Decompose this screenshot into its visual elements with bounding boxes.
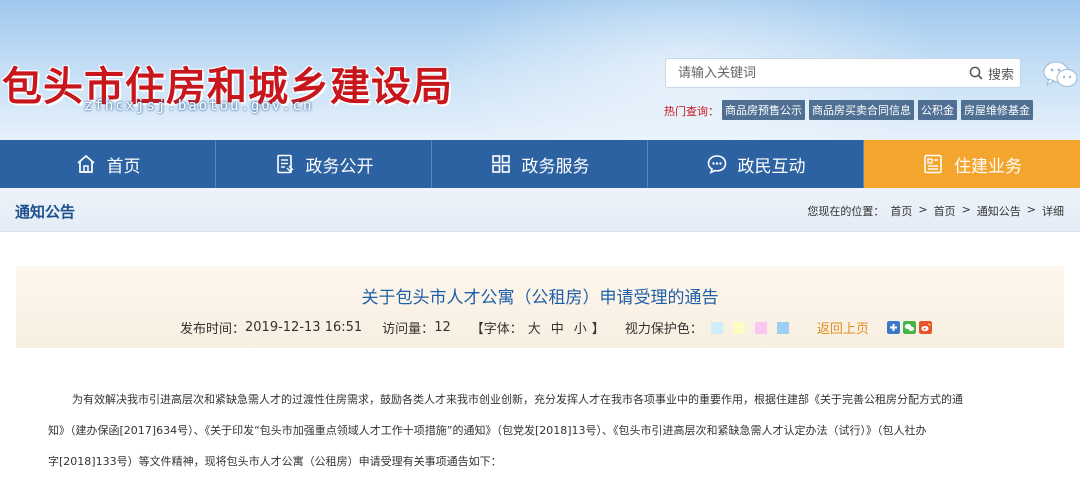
nav-item-label: 首页 — [106, 156, 141, 177]
eye-color-swatch-3[interactable] — [754, 321, 767, 334]
search-button[interactable]: 搜索 — [969, 63, 1014, 83]
views-label: 访问量： — [382, 322, 435, 337]
font-size-label-end: 】 — [591, 322, 605, 337]
chat-icon — [707, 155, 726, 175]
list-icon — [924, 154, 942, 174]
search-icon — [969, 66, 983, 80]
section-title: 通知公告 — [15, 203, 76, 221]
document-icon — [276, 154, 293, 174]
home-icon — [76, 154, 95, 173]
views-count: 12 — [434, 320, 451, 335]
share-icons — [886, 321, 932, 334]
hot-link-maintenance[interactable]: 房屋维修基金 — [961, 100, 1033, 120]
font-size-large[interactable]: 大 — [528, 318, 541, 337]
breadcrumb-home-2[interactable]: 首页 — [934, 203, 956, 219]
search-button-label: 搜索 — [987, 67, 1014, 83]
nav-item-label: 政务公开 — [305, 156, 374, 177]
breadcrumb-prefix: 您现在的位置： — [807, 205, 885, 218]
grid-icon — [491, 155, 510, 173]
article-meta: 发布时间： 2019-12-13 16:51 访问量： 12 【字体： 大 中 … — [180, 318, 932, 337]
breadcrumb-separator: > — [961, 203, 971, 216]
breadcrumb-separator: > — [1026, 203, 1036, 216]
breadcrumb-home[interactable]: 首页 — [890, 203, 912, 219]
breadcrumb-current: 详细 — [1042, 205, 1064, 218]
font-size-medium[interactable]: 中 — [551, 318, 564, 337]
weibo-share-icon[interactable] — [918, 321, 932, 334]
main-nav: 首页 政务公开 政务服务 政民互动 住建业务 — [0, 140, 1080, 188]
nav-item-label: 政民互动 — [737, 156, 806, 177]
eye-color-swatch-4[interactable] — [776, 321, 789, 334]
publish-label: 发布时间： — [180, 322, 246, 337]
wechat-share-icon[interactable] — [902, 321, 916, 334]
wechat-icon[interactable] — [1043, 60, 1079, 90]
hot-query-links: 商品房预售公示 商品房买卖合同信息 公积金 房屋维修基金 — [722, 100, 1033, 120]
nav-item-interaction[interactable]: 政民互动 — [648, 140, 864, 188]
body-paragraph-line: 为有效解决我市引进高层次和紧缺急需人才的过渡性住房需求，鼓励各类人才来我市创业创… — [72, 393, 963, 406]
back-link[interactable]: 返回上页 — [817, 318, 869, 337]
article-header: 关于包头市人才公寓（公租房）申请受理的通告 发布时间： 2019-12-13 1… — [16, 266, 1064, 348]
nav-item-label: 住建业务 — [954, 156, 1022, 177]
search-input[interactable] — [666, 59, 956, 87]
nav-item-affairs-service[interactable]: 政务服务 — [432, 140, 648, 188]
plus-share-icon[interactable] — [886, 321, 900, 334]
article-body: 为有效解决我市引进高层次和紧缺急需人才的过渡性住房需求，鼓励各类人才来我市创业创… — [48, 384, 1038, 477]
nav-item-label: 政务服务 — [521, 156, 590, 177]
font-size-label: 【字体： — [470, 322, 523, 337]
body-paragraph-line: 字[2018]133号）等文件精神，现将包头市人才公寓（公租房）申请受理有关事项… — [48, 455, 502, 468]
publish-time: 2019-12-13 16:51 — [245, 320, 363, 335]
search-box: 搜索 — [665, 58, 1021, 88]
article-title: 关于包头市人才公寓（公租房）申请受理的通告 — [361, 288, 719, 308]
site-domain: zfhcxjsj.baotou.gov.cn — [84, 98, 314, 114]
breadcrumb-separator: > — [918, 203, 928, 216]
eye-protect-label: 视力保护色： — [624, 322, 703, 337]
eye-color-swatch-1[interactable] — [710, 321, 723, 334]
hot-link-fund[interactable]: 公积金 — [918, 100, 957, 120]
eye-color-swatch-2[interactable] — [732, 321, 745, 334]
hot-link-contract[interactable]: 商品房买卖合同信息 — [809, 100, 914, 120]
nav-item-affairs-open[interactable]: 政务公开 — [216, 140, 432, 188]
site-header: 包头市住房和城乡建设局 zfhcxjsj.baotou.gov.cn 搜索 热门… — [0, 0, 1080, 140]
font-size-small[interactable]: 小 — [574, 318, 587, 337]
nav-item-construction[interactable]: 住建业务 — [864, 140, 1080, 188]
breadcrumb: 您现在的位置： 首页 > 首页 > 通知公告 > 详细 — [807, 203, 1064, 219]
hot-query-label: 热门查询： — [664, 105, 719, 118]
section-bar: 通知公告 您现在的位置： 首页 > 首页 > 通知公告 > 详细 — [0, 188, 1080, 232]
body-paragraph-line: 知》（建办保函[2017]634号）、《关于印发“包头市加强重点领域人才工作十项… — [48, 424, 927, 437]
nav-item-home[interactable]: 首页 — [0, 140, 216, 188]
hot-link-presale[interactable]: 商品房预售公示 — [722, 100, 805, 120]
breadcrumb-notices[interactable]: 通知公告 — [977, 203, 1021, 219]
